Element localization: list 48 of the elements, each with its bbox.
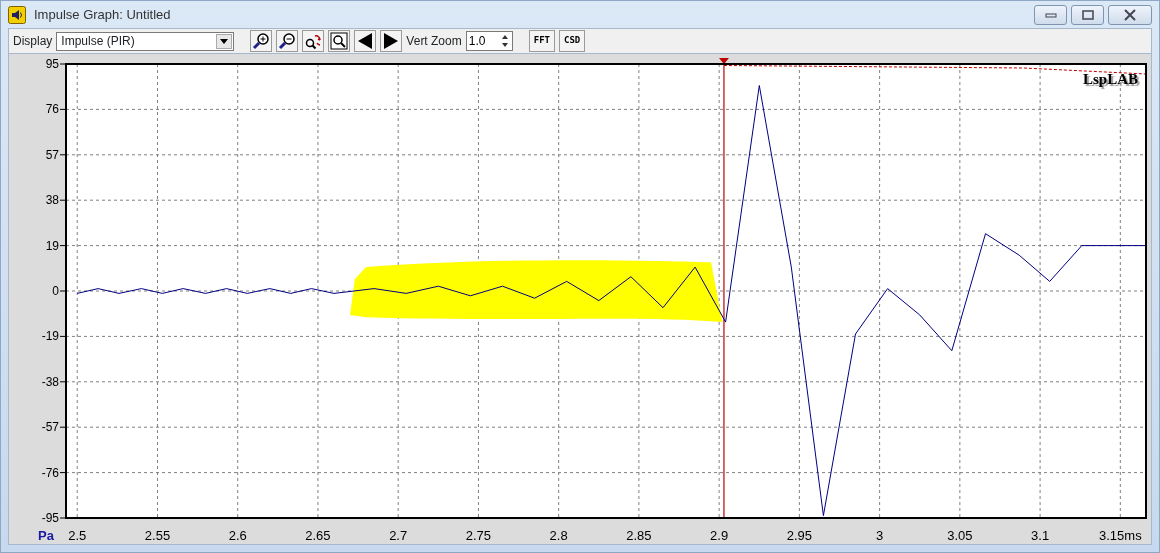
caret-icon <box>220 38 229 44</box>
maximize-icon <box>1081 9 1094 20</box>
x-tick-label: 2.5 <box>68 528 87 543</box>
scroll-right-button[interactable] <box>380 30 403 53</box>
cursor-line[interactable] <box>718 58 729 519</box>
x-tick-label: 3 <box>876 528 884 543</box>
maximize-button[interactable] <box>1071 4 1104 25</box>
x-tick-label: 2.7 <box>389 528 408 543</box>
legend-label: LspLAB <box>1082 71 1138 87</box>
minimize-icon <box>1044 10 1057 19</box>
zoom-reset-button[interactable] <box>302 30 325 53</box>
y-tick-label: 0 <box>52 284 59 298</box>
y-tick-label: 19 <box>45 238 59 253</box>
display-label: Display <box>13 33 53 51</box>
display-dropdown[interactable]: Impulse (PIR) <box>56 31 235 51</box>
scroll-left-button[interactable] <box>354 30 377 53</box>
x-tick-label: 2.95 <box>786 528 813 543</box>
y-tick-label: -57 <box>41 420 59 435</box>
y-tick-label: 95 <box>45 57 59 71</box>
y-tick-label: -95 <box>41 511 59 525</box>
x-tick-label: 2.65 <box>305 528 331 543</box>
x-tick-label: 2.9 <box>710 528 729 543</box>
x-tick-label: 2.85 <box>626 528 652 543</box>
y-tick-label: 38 <box>45 193 59 208</box>
zoom-out-button[interactable] <box>276 30 299 53</box>
y-tick-label: -19 <box>41 329 59 344</box>
speaker-icon <box>8 5 26 24</box>
tool-button[interactable]: FFT <box>528 30 555 53</box>
zoom-fit-button[interactable] <box>328 30 351 53</box>
close-icon <box>1123 8 1137 21</box>
x-tick-label: 3.15ms <box>1099 528 1142 543</box>
y-tick-label: 76 <box>45 102 59 117</box>
y-tick-label: -38 <box>41 374 59 389</box>
tool-button[interactable]: CSD <box>559 30 586 53</box>
x-tick-label: 2.75 <box>465 528 492 543</box>
vert-zoom-label: Vert Zoom <box>406 33 462 51</box>
x-tick-label: 3.05 <box>947 528 973 543</box>
zoom-in-button[interactable] <box>250 30 273 53</box>
y-tick-label: 57 <box>45 147 59 162</box>
close-button[interactable] <box>1108 4 1152 25</box>
x-tick-label: 2.6 <box>228 528 247 543</box>
x-tick-label: 3.1 <box>1031 528 1050 543</box>
unit-label: Pa <box>38 528 54 543</box>
y-tick-label: -76 <box>41 465 59 480</box>
window-title: Impulse Graph: Untitled <box>34 5 171 24</box>
minimize-button[interactable] <box>1034 4 1067 25</box>
x-tick-label: 2.55 <box>144 528 171 543</box>
x-tick-label: 2.8 <box>549 528 568 543</box>
